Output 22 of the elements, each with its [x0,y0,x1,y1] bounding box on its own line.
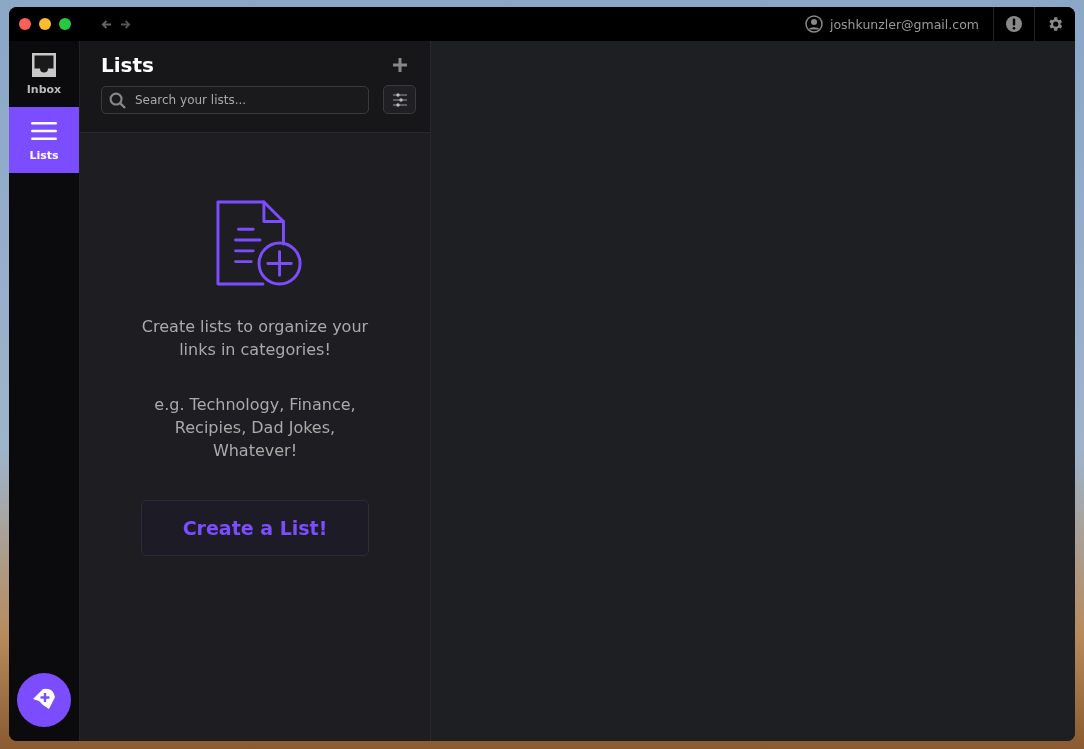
sliders-icon [391,91,408,108]
zoom-window-button[interactable] [59,18,71,30]
add-icon[interactable] [393,58,407,72]
sidebar-item[interactable]: Lists [9,107,79,173]
user-icon [805,15,823,33]
add-link-button[interactable] [17,673,71,727]
search-field[interactable]: Search your lists... [101,85,369,114]
back-arrow-icon[interactable] [101,18,112,30]
inbox-tray-icon [31,52,57,78]
panel-title: Lists [101,53,154,77]
forward-arrow-icon[interactable] [120,18,131,30]
search-icon [109,91,126,109]
create-list-button[interactable]: Create a List! [141,500,369,556]
alert-icon[interactable] [1005,15,1023,33]
examples-text: e.g. Technology, Finance, Recipies, Dad Jokes, Whatever! [153,394,357,462]
filter-button[interactable] [383,85,416,114]
empty-state-message: Create lists to organize your links in categories! [140,316,370,361]
sidebar-item[interactable]: Inbox [9,41,79,107]
close-window-button[interactable] [19,18,31,30]
minimize-window-button[interactable] [39,18,51,30]
document-add-icon [216,200,304,288]
user-email[interactable]: joshkunzler@gmail.com [830,16,979,32]
